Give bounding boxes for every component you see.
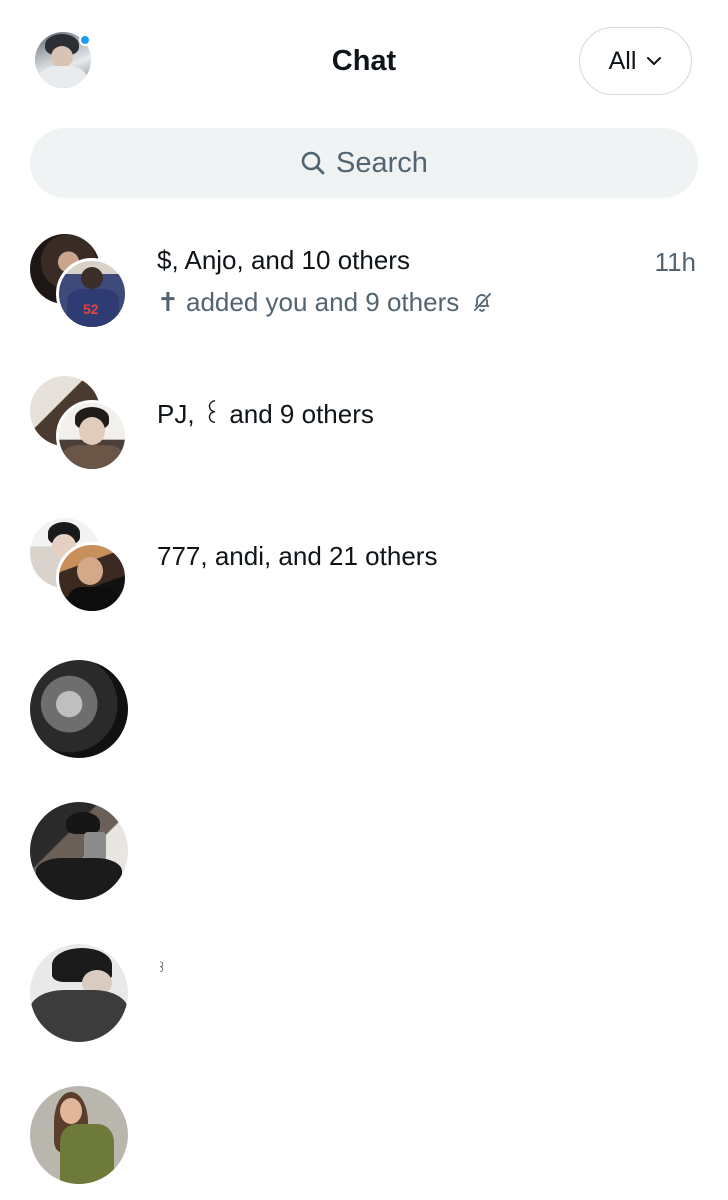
conversation-title: $, Anjo, and 10 others bbox=[157, 245, 410, 275]
conversation-row[interactable] bbox=[0, 1082, 728, 1200]
conversation-row[interactable] bbox=[0, 798, 728, 938]
group-avatar-front bbox=[56, 542, 128, 614]
conversation-title: ꒱ bbox=[157, 961, 167, 975]
contact-avatar bbox=[30, 1086, 128, 1184]
search-input[interactable]: Search bbox=[30, 128, 698, 198]
contact-avatar bbox=[30, 802, 128, 900]
search-placeholder: Search bbox=[336, 146, 428, 179]
contact-avatar bbox=[30, 660, 128, 758]
conversation-time: 11h bbox=[654, 247, 696, 277]
group-avatar-front: 52 bbox=[56, 258, 128, 330]
conversation-row[interactable]: 52 $, Anjo, and 10 others ✝ added you an… bbox=[0, 230, 728, 370]
conversation-title: 777, andi, and 21 others bbox=[157, 541, 438, 571]
chat-header: Chat All bbox=[0, 0, 728, 122]
contact-avatar bbox=[30, 944, 128, 1042]
conversation-preview: ✝ added you and 9 others bbox=[157, 286, 493, 318]
conversation-row[interactable]: PJ, ꒰ and 9 others bbox=[0, 372, 728, 512]
filter-label: All bbox=[608, 46, 637, 75]
chevron-down-icon bbox=[647, 57, 662, 65]
search-icon bbox=[301, 151, 325, 175]
conversation-row[interactable]: 777, andi, and 21 others bbox=[0, 514, 728, 654]
muted-bell-icon bbox=[474, 293, 492, 312]
conversation-row[interactable]: ꒱ bbox=[0, 940, 728, 1080]
conversation-row[interactable] bbox=[0, 656, 728, 796]
filter-dropdown-button[interactable]: All bbox=[579, 27, 692, 95]
conversation-title: PJ, ꒰ and 9 others bbox=[157, 399, 374, 429]
group-avatar-front bbox=[56, 400, 128, 472]
